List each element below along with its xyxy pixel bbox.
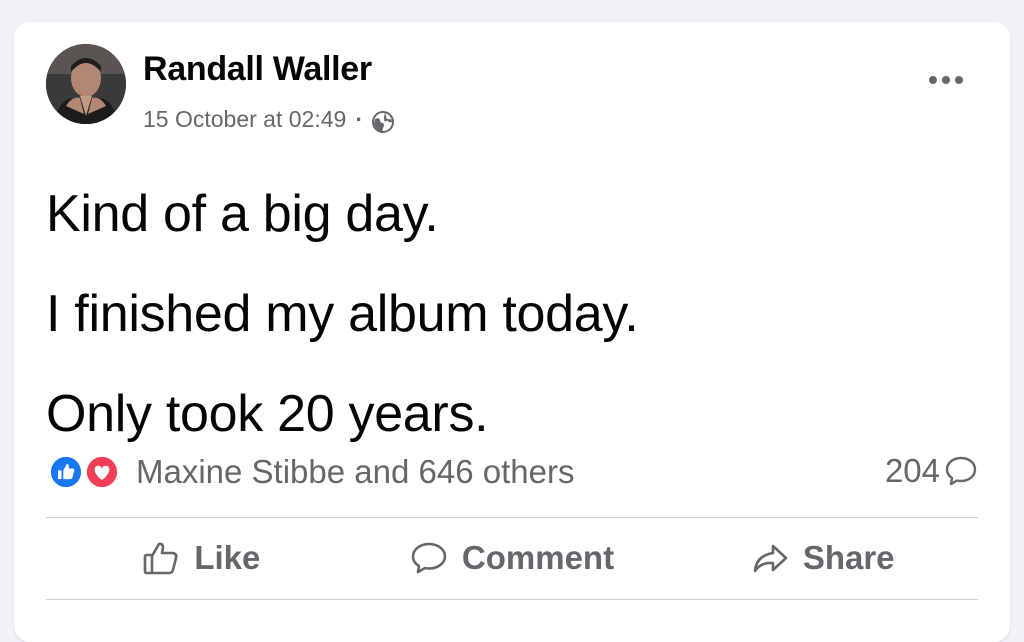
post-line-3: Only took 20 years. — [46, 385, 489, 443]
meta-separator: · — [355, 105, 363, 132]
share-button[interactable]: Share — [667, 518, 978, 598]
like-reaction-icon — [48, 454, 84, 490]
more-horizontal-icon — [929, 76, 963, 84]
speech-bubble-icon — [945, 456, 977, 486]
globe-icon[interactable] — [371, 110, 395, 134]
author-name[interactable]: Randall Waller — [143, 50, 372, 89]
divider-bottom — [46, 599, 978, 600]
share-arrow-icon — [753, 544, 788, 573]
like-button[interactable]: Like — [46, 518, 357, 598]
action-bar: Like Comment Share — [46, 518, 978, 598]
reactions-summary[interactable]: Maxine Stibbe and 646 others — [48, 452, 574, 492]
comment-icon — [411, 542, 447, 574]
post-line-1: Kind of a big day. — [46, 185, 439, 243]
share-label: Share — [802, 539, 895, 576]
post-card: Randall Waller 15 October at 02:49 · Kin… — [14, 22, 1010, 642]
thumbs-up-icon — [144, 542, 178, 575]
like-label: Like — [194, 539, 261, 576]
post-body: Kind of a big day. I finished my album t… — [46, 164, 986, 464]
more-options-button[interactable] — [922, 66, 970, 94]
profile-photo-icon — [46, 44, 126, 124]
post-meta: 15 October at 02:49 · — [143, 104, 395, 134]
love-reaction-icon — [84, 454, 120, 490]
post-line-2: I finished my album today. — [46, 285, 639, 343]
post-timestamp[interactable]: 15 October at 02:49 — [143, 106, 346, 133]
comment-label: Comment — [461, 539, 615, 576]
reaction-icons — [48, 452, 124, 492]
comments-count[interactable]: 204 — [885, 452, 978, 490]
reactions-text: Maxine Stibbe and 646 others — [136, 453, 575, 490]
author-avatar[interactable] — [46, 44, 126, 124]
comment-button[interactable]: Comment — [357, 518, 668, 598]
comments-count-value: 204 — [884, 452, 940, 489]
